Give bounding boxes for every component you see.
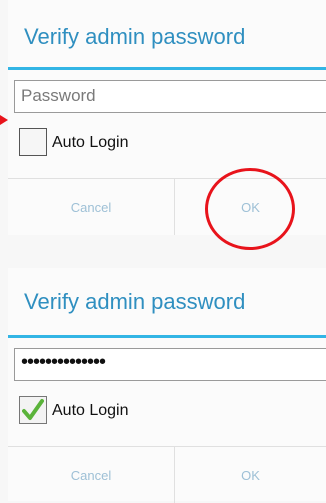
verify-password-dialog-after: Verify admin password •••••••••••••• Aut… <box>8 268 326 503</box>
title-divider <box>8 335 326 338</box>
auto-login-checkbox[interactable] <box>19 128 47 156</box>
auto-login-label: Auto Login <box>52 402 129 419</box>
cancel-button[interactable]: Cancel <box>8 447 175 503</box>
ok-button[interactable]: OK <box>175 447 326 503</box>
title-divider <box>8 67 326 70</box>
auto-login-label: Auto Login <box>52 134 129 151</box>
dialog-title: Verify admin password <box>24 24 246 49</box>
password-field[interactable]: Password <box>14 80 326 113</box>
red-highlight-circle <box>205 168 295 250</box>
password-field[interactable]: •••••••••••••• <box>14 348 326 381</box>
dialog-title: Verify admin password <box>24 289 246 314</box>
red-arrow-pointer-icon <box>0 115 8 125</box>
cancel-button[interactable]: Cancel <box>8 179 175 235</box>
checkmark-icon <box>22 399 44 420</box>
dialog-button-row: Cancel OK <box>8 446 326 503</box>
auto-login-checkbox[interactable] <box>19 396 47 424</box>
